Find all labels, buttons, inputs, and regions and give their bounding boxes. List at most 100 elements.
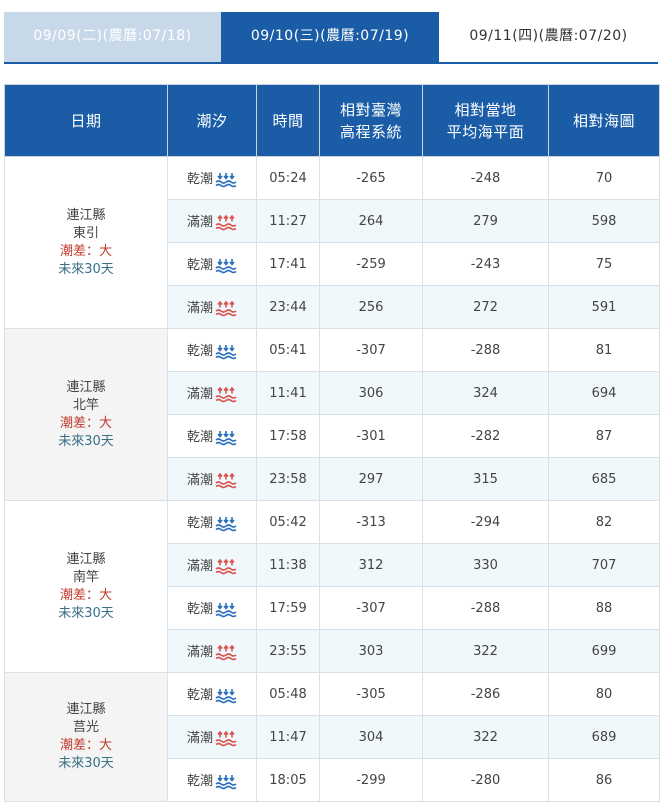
- taiwan-height-cell: 256: [319, 285, 423, 329]
- high-tide-icon: [215, 644, 237, 661]
- table-row: 連江縣 東引 潮差：大 未來30天 乾潮 05:24 -265 -248 70: [4, 156, 660, 329]
- low-tide-icon: [215, 516, 237, 532]
- high-tide-icon: [215, 300, 237, 317]
- county-name: 連江縣: [66, 379, 106, 395]
- tab-0910-active[interactable]: 09/10(三)(農曆:07/19): [221, 12, 439, 62]
- tide-type-cell: 滿潮: [167, 285, 257, 329]
- taiwan-height-cell: 264: [319, 199, 423, 243]
- local-msl-cell: -288: [422, 586, 549, 630]
- time-cell: 17:41: [256, 242, 320, 286]
- time-cell: 23:55: [256, 629, 320, 673]
- local-msl-cell: -282: [422, 414, 549, 458]
- local-msl-cell: -286: [422, 672, 549, 716]
- tide-type-cell: 乾潮: [167, 414, 257, 458]
- high-tide-icon: [215, 558, 237, 575]
- taiwan-height-cell: -259: [319, 242, 423, 286]
- taiwan-height-cell: 297: [319, 457, 423, 501]
- time-cell: 23:44: [256, 285, 320, 329]
- local-msl-cell: -294: [422, 500, 549, 544]
- time-cell: 11:38: [256, 543, 320, 587]
- date-tabs: 09/09(二)(農曆:07/18) 09/10(三)(農曆:07/19) 09…: [0, 12, 663, 63]
- table-row: 連江縣 莒光 潮差：大 未來30天 乾潮 05:48 -305 -286 80: [4, 672, 660, 802]
- taiwan-height-cell: -313: [319, 500, 423, 544]
- future-30-days-link[interactable]: 未來30天: [5, 605, 167, 623]
- tide-range-link[interactable]: 潮差：大: [5, 587, 167, 605]
- high-tide-icon: [215, 730, 237, 747]
- tide-table: 日期 潮汐 時間 相對臺灣 高程系統 相對當地 平均海平面 相對海圖 連江縣 東引 潮差…: [4, 84, 660, 802]
- taiwan-height-cell: -299: [319, 758, 423, 802]
- tide-type: 滿潮: [186, 645, 213, 661]
- chart-datum-cell: 694: [548, 371, 660, 415]
- header-tide: 潮汐: [167, 84, 257, 157]
- tide-type-cell: 滿潮: [167, 543, 257, 587]
- local-msl-cell: -243: [422, 242, 549, 286]
- local-msl-cell: 324: [422, 371, 549, 415]
- local-msl-cell: -248: [422, 156, 549, 200]
- local-msl-cell: 322: [422, 629, 549, 673]
- tide-type-cell: 乾潮: [167, 328, 257, 372]
- local-msl-cell: -280: [422, 758, 549, 802]
- tide-type: 滿潮: [186, 559, 213, 575]
- future-30-days-link[interactable]: 未來30天: [5, 755, 167, 773]
- tide-type: 乾潮: [186, 258, 213, 274]
- time-cell: 05:41: [256, 328, 320, 372]
- table-header-row: 日期 潮汐 時間 相對臺灣 高程系統 相對當地 平均海平面 相對海圖: [4, 84, 660, 157]
- taiwan-height-cell: 312: [319, 543, 423, 587]
- chart-datum-cell: 80: [548, 672, 660, 716]
- chart-datum-cell: 75: [548, 242, 660, 286]
- tide-type: 乾潮: [186, 774, 213, 790]
- taiwan-height-cell: 303: [319, 629, 423, 673]
- county-name: 連江縣: [66, 702, 106, 717]
- tide-type-cell: 乾潮: [167, 500, 257, 544]
- local-msl-cell: 330: [422, 543, 549, 587]
- chart-datum-cell: 88: [548, 586, 660, 630]
- local-msl-cell: 315: [422, 457, 549, 501]
- header-local-msl: 相對當地 平均海平面: [422, 84, 549, 157]
- location-cell: 連江縣 南竿 潮差：大 未來30天: [4, 500, 168, 673]
- local-msl-cell: 272: [422, 285, 549, 329]
- tide-range-link[interactable]: 潮差：大: [5, 415, 167, 433]
- low-tide-icon: [215, 602, 237, 618]
- taiwan-height-cell: -307: [319, 328, 423, 372]
- taiwan-height-cell: 306: [319, 371, 423, 415]
- low-tide-icon: [215, 344, 237, 360]
- tide-type: 滿潮: [186, 731, 213, 747]
- county-name: 連江縣: [66, 207, 106, 223]
- time-cell: 05:24: [256, 156, 320, 200]
- header-date: 日期: [4, 84, 168, 157]
- low-tide-icon: [215, 774, 237, 790]
- tide-type-cell: 乾潮: [167, 242, 257, 286]
- header-taiwan-height: 相對臺灣 高程系統: [319, 84, 423, 157]
- chart-datum-cell: 86: [548, 758, 660, 802]
- tide-type-cell: 滿潮: [167, 457, 257, 501]
- future-30-days-link[interactable]: 未來30天: [5, 433, 167, 451]
- tide-range-link[interactable]: 潮差：大: [5, 737, 167, 755]
- high-tide-icon: [215, 472, 237, 489]
- chart-datum-cell: 707: [548, 543, 660, 587]
- future-30-days-link[interactable]: 未來30天: [5, 261, 167, 279]
- tide-type: 乾潮: [186, 602, 213, 618]
- chart-datum-cell: 87: [548, 414, 660, 458]
- chart-datum-cell: 689: [548, 715, 660, 759]
- tide-type-cell: 滿潮: [167, 629, 257, 673]
- tide-range-link[interactable]: 潮差：大: [5, 243, 167, 261]
- tab-underline: [4, 62, 658, 64]
- tab-0911[interactable]: 09/11(四)(農曆:07/20): [439, 12, 658, 62]
- tab-0909[interactable]: 09/09(二)(農曆:07/18): [4, 12, 221, 62]
- chart-datum-cell: 81: [548, 328, 660, 372]
- header-time: 時間: [256, 84, 320, 157]
- county-name: 連江縣: [66, 551, 106, 567]
- low-tide-icon: [215, 172, 237, 188]
- tide-type-cell: 滿潮: [167, 371, 257, 415]
- time-cell: 18:05: [256, 758, 320, 802]
- taiwan-height-cell: 304: [319, 715, 423, 759]
- time-cell: 11:27: [256, 199, 320, 243]
- high-tide-icon: [215, 214, 237, 231]
- time-cell: 11:47: [256, 715, 320, 759]
- location-cell: 連江縣 北竿 潮差：大 未來30天: [4, 328, 168, 501]
- chart-datum-cell: 598: [548, 199, 660, 243]
- tide-type-cell: 乾潮: [167, 758, 257, 802]
- taiwan-height-cell: -265: [319, 156, 423, 200]
- table-row: 連江縣 北竿 潮差：大 未來30天 乾潮 05:41 -307 -288 81: [4, 328, 660, 501]
- location-cell: 連江縣 東引 潮差：大 未來30天: [4, 156, 168, 329]
